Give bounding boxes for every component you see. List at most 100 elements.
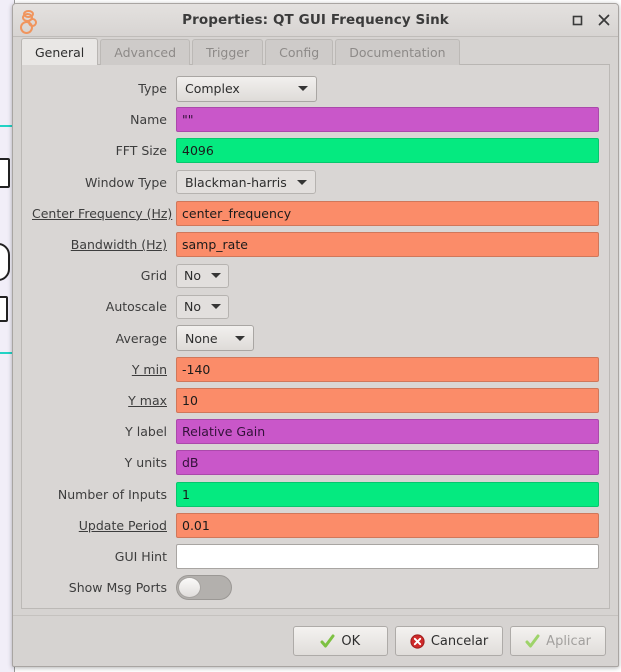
- bandwidth-input[interactable]: samp_rate: [176, 232, 599, 258]
- chevron-down-icon: [298, 86, 308, 92]
- field-row-y-max: Y max 10: [32, 385, 599, 416]
- tab-label: Trigger: [206, 45, 250, 60]
- show-msg-ports-toggle[interactable]: [176, 575, 232, 601]
- field-row-type: Type Complex: [32, 73, 599, 104]
- label-grid: Grid: [140, 268, 167, 284]
- average-select-value: None: [185, 330, 218, 346]
- tab-config[interactable]: Config: [265, 39, 334, 65]
- field-row-autoscale: Autoscale No: [32, 291, 599, 322]
- center-frequency-input[interactable]: center_frequency: [176, 200, 599, 226]
- chevron-down-icon: [211, 304, 221, 310]
- check-icon: [320, 634, 335, 649]
- autoscale-select[interactable]: No: [176, 294, 229, 319]
- apply-button[interactable]: Aplicar: [510, 626, 606, 656]
- name-input-value: "": [182, 112, 194, 128]
- flowgraph-block: [0, 158, 10, 188]
- window-controls: [569, 4, 612, 36]
- grid-select-value: No: [184, 268, 201, 284]
- field-row-average: Average None: [32, 323, 599, 354]
- chevron-down-icon: [296, 179, 307, 185]
- field-row-show-msg-ports: Show Msg Ports: [32, 572, 599, 603]
- label-window-type: Window Type: [85, 174, 167, 190]
- apply-button-label: Aplicar: [546, 633, 591, 649]
- y-max-value: 10: [182, 392, 198, 408]
- label-bandwidth: Bandwidth (Hz): [70, 237, 167, 253]
- cancel-button-label: Cancelar: [430, 633, 489, 649]
- cancel-button[interactable]: Cancelar: [394, 626, 504, 656]
- field-row-grid: Grid No: [32, 260, 599, 291]
- field-row-name: Name "": [32, 104, 599, 135]
- update-period-value: 0.01: [182, 517, 210, 533]
- gui-hint-input[interactable]: [176, 543, 599, 569]
- field-row-fft-size: FFT Size 4096: [32, 135, 599, 166]
- tab-general[interactable]: General: [21, 38, 99, 65]
- label-autoscale: Autoscale: [105, 299, 167, 315]
- window-type-value: Blackman-harris: [185, 174, 287, 190]
- label-update-period: Update Period: [78, 517, 167, 533]
- y-max-input[interactable]: 10: [176, 387, 599, 413]
- y-units-value: dB: [182, 455, 199, 471]
- label-y-label: Y label: [125, 424, 167, 440]
- dialog-button-bar: OK Cancelar Aplicar: [13, 615, 618, 666]
- type-select-value: Complex: [185, 81, 240, 97]
- label-average: Average: [115, 330, 167, 346]
- chevron-down-icon: [235, 335, 245, 341]
- y-label-value: Relative Gain: [182, 424, 266, 440]
- label-name: Name: [130, 112, 167, 128]
- label-show-msg-ports: Show Msg Ports: [68, 580, 167, 596]
- field-row-number-of-inputs: Number of Inputs 1: [32, 478, 599, 509]
- window-title: Properties: QT GUI Frequency Sink: [182, 12, 449, 28]
- fft-size-input[interactable]: 4096: [176, 138, 599, 164]
- ok-button-label: OK: [341, 633, 361, 649]
- name-input[interactable]: "": [176, 107, 599, 133]
- update-period-input[interactable]: 0.01: [176, 512, 599, 538]
- bandwidth-value: samp_rate: [182, 237, 248, 253]
- y-min-input[interactable]: -140: [176, 356, 599, 382]
- ok-button[interactable]: OK: [292, 626, 388, 656]
- field-row-y-label: Y label Relative Gain: [32, 416, 599, 447]
- label-fft-size: FFT Size: [115, 143, 167, 159]
- flowgraph-block: [0, 243, 10, 281]
- field-row-bandwidth: Bandwidth (Hz) samp_rate: [32, 229, 599, 260]
- average-select[interactable]: None: [176, 325, 254, 352]
- label-gui-hint: GUI Hint: [114, 548, 167, 564]
- autoscale-select-value: No: [184, 299, 201, 315]
- number-of-inputs-value: 1: [182, 486, 190, 502]
- field-row-y-min: Y min -140: [32, 354, 599, 385]
- type-select[interactable]: Complex: [176, 75, 317, 102]
- window-type-select[interactable]: Blackman-harris: [176, 170, 316, 195]
- label-center-frequency: Center Frequency (Hz): [32, 205, 173, 221]
- number-of-inputs-input[interactable]: 1: [176, 481, 599, 507]
- y-units-input[interactable]: dB: [176, 450, 599, 476]
- check-icon: [525, 634, 540, 649]
- tab-label: Config: [279, 45, 320, 60]
- property-form: Type Complex Name "" FFT Size 4096 Windo…: [22, 65, 609, 603]
- maximize-icon[interactable]: [569, 12, 585, 28]
- tab-advanced[interactable]: Advanced: [100, 39, 191, 65]
- close-icon[interactable]: [596, 12, 612, 28]
- tab-documentation[interactable]: Documentation: [335, 39, 460, 65]
- toggle-knob: [178, 577, 201, 599]
- tab-bar: General Advanced Trigger Config Document…: [13, 37, 618, 65]
- field-row-y-units: Y units dB: [32, 447, 599, 478]
- fft-size-value: 4096: [182, 143, 214, 159]
- tab-trigger[interactable]: Trigger: [192, 39, 264, 65]
- field-row-update-period: Update Period 0.01: [32, 510, 599, 541]
- tab-label: General: [35, 44, 85, 60]
- grid-select[interactable]: No: [176, 263, 229, 288]
- field-row-gui-hint: GUI Hint: [32, 541, 599, 572]
- label-y-units: Y units: [124, 455, 167, 471]
- field-row-window-type: Window Type Blackman-harris: [32, 167, 599, 198]
- label-number-of-inputs: Number of Inputs: [57, 486, 167, 502]
- label-y-max: Y max: [128, 392, 167, 408]
- y-label-input[interactable]: Relative Gain: [176, 419, 599, 445]
- general-tab-panel: Type Complex Name "" FFT Size 4096 Windo…: [21, 65, 610, 609]
- cancel-icon: [410, 633, 425, 649]
- gnuradio-icon: [18, 7, 44, 34]
- label-y-min: Y min: [131, 361, 167, 377]
- title-bar[interactable]: Properties: QT GUI Frequency Sink: [13, 4, 618, 37]
- label-type: Type: [138, 81, 167, 97]
- y-min-value: -140: [182, 361, 211, 377]
- properties-dialog: Properties: QT GUI Frequency Sink Genera…: [12, 3, 619, 667]
- field-row-center-frequency: Center Frequency (Hz) center_frequency: [32, 198, 599, 229]
